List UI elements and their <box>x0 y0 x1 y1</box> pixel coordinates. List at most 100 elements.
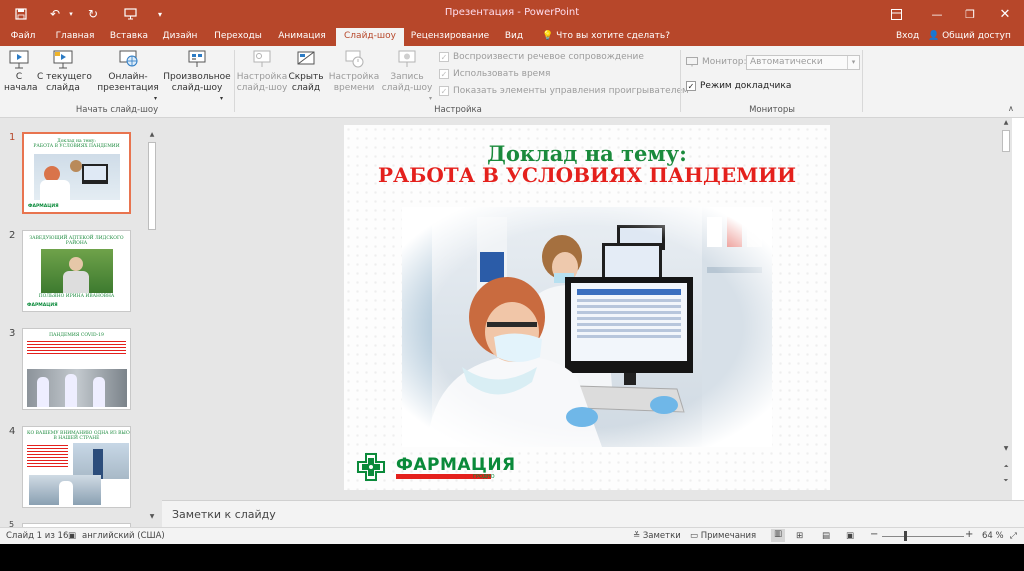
from-beginning-label: С начала <box>4 72 38 93</box>
comment-icon: ▭ <box>690 531 699 541</box>
current-slide[interactable]: Доклад на тему: РАБОТА В УСЛОВИЯХ ПАНДЕМ… <box>344 125 830 490</box>
slide-photo[interactable] <box>402 207 772 447</box>
close-icon[interactable]: ✕ <box>990 4 1020 24</box>
tell-me-box[interactable]: 💡 Что вы хотите сделать? <box>542 28 670 46</box>
play-narrations-checkbox[interactable]: ✓ Воспроизвести речевое сопровождение <box>439 52 644 62</box>
notes-icon: ≚ <box>633 531 641 541</box>
notes-toggle-label: Заметки <box>642 531 681 541</box>
thumbnail-photo <box>34 154 120 200</box>
group-separator <box>234 50 235 112</box>
thumbnail-logo: ФАРМАЦИЯ <box>27 303 58 308</box>
lightbulb-icon: 💡 <box>542 31 554 41</box>
rehearse-timings-button[interactable]: Настройка времени <box>328 48 380 94</box>
ribbon-tabs: Файл Главная Вставка Дизайн Переходы Ани… <box>0 28 1024 46</box>
scroll-down-icon[interactable]: ▼ <box>146 512 158 522</box>
presenter-view-checkbox[interactable]: ✓ Режим докладчика <box>686 81 791 91</box>
group-start-label: Начать слайд-шоу <box>75 105 159 115</box>
record-slideshow-label: Запись слайд-шоу <box>381 72 433 93</box>
thumbnail-slide-2[interactable]: ЗАВЕДУЮЩИЙ АПТЕКОЙ ЛИДСКОГО РАЙОНА ПОЛЬЯ… <box>22 230 131 312</box>
zoom-level[interactable]: 64 % <box>982 531 1004 541</box>
thumbnail-text-block <box>27 341 126 355</box>
scrollbar-thumb[interactable] <box>148 142 156 230</box>
normal-view-icon[interactable]: ▥ <box>771 529 785 542</box>
notes-pane[interactable]: Заметки к слайду <box>162 500 1024 527</box>
collapse-ribbon-icon[interactable]: ∧ <box>1008 104 1014 113</box>
spellcheck-icon[interactable]: ▣ <box>68 531 76 541</box>
comments-toggle-button[interactable]: ▭ Примечания <box>690 531 756 541</box>
setup-slideshow-button[interactable]: Настройка слайд-шоу <box>236 48 288 94</box>
zoom-slider-handle[interactable] <box>904 531 907 541</box>
zoom-slider[interactable] <box>882 536 964 537</box>
rehearse-timings-label: Настройка времени <box>328 72 380 93</box>
setup-slideshow-icon <box>251 48 273 70</box>
thumbnail-slide-4[interactable]: КО ВАШЕМУ ВНИМАНИЮ ОДНА ИЗ ВЫСОКИХ ПОЗИЦ… <box>22 426 131 508</box>
notes-toggle-button[interactable]: ≚ Заметки <box>633 531 681 541</box>
scroll-up-icon[interactable]: ▲ <box>1000 118 1012 128</box>
show-media-controls-checkbox[interactable]: ✓ Показать элементы управления проигрыва… <box>439 86 689 96</box>
reading-view-icon[interactable]: ▤ <box>822 531 830 541</box>
fit-to-window-icon[interactable]: ⤢ <box>1010 531 1017 541</box>
slideshow-view-icon[interactable]: ▣ <box>846 531 854 541</box>
slide-counter: Слайд 1 из 16 <box>6 531 69 541</box>
show-media-controls-label: Показать элементы управления проигрывате… <box>453 86 689 96</box>
from-beginning-button[interactable]: С начала <box>4 48 38 94</box>
ribbon-options-icon[interactable] <box>881 4 911 24</box>
present-online-button[interactable]: Онлайн- презентация ▾ <box>95 48 161 102</box>
use-timings-checkbox[interactable]: ✓ Использовать время <box>439 69 550 79</box>
minimize-icon[interactable]: — <box>922 4 952 24</box>
scrollbar-thumb[interactable] <box>1002 130 1010 152</box>
checkmark-icon: ✓ <box>439 86 449 96</box>
record-slideshow-button[interactable]: Запись слайд-шоу ▾ <box>380 48 434 102</box>
pharmacy-cross-icon <box>357 453 385 481</box>
stopwatch-icon <box>343 48 365 70</box>
monitor-select[interactable]: Автоматически ▾ <box>746 55 860 70</box>
from-current-button[interactable]: С текущего слайда <box>37 48 92 94</box>
scroll-down-icon[interactable]: ▼ <box>1000 444 1012 454</box>
logo-city: ГРОДНО <box>473 474 495 480</box>
globe-screen-icon <box>117 48 139 70</box>
sign-in-link[interactable]: Вход <box>896 28 919 46</box>
record-icon <box>396 48 418 70</box>
slide-title-line2[interactable]: РАБОТА В УСЛОВИЯХ ПАНДЕМИИ <box>344 163 830 187</box>
next-slide-icon[interactable]: ⏷ <box>1000 476 1012 486</box>
tab-insert[interactable]: Вставка <box>106 28 152 46</box>
tab-design[interactable]: Дизайн <box>160 28 200 46</box>
custom-show-icon <box>186 48 208 70</box>
play-from-current-icon <box>52 48 74 70</box>
language-status[interactable]: английский (США) <box>82 531 165 541</box>
hide-slide-button[interactable]: Скрыть слайд <box>288 48 324 94</box>
thumbnail-slide-1[interactable]: Доклад на тему: РАБОТА В УСЛОВИЯХ ПАНДЕМ… <box>22 132 131 214</box>
custom-slideshow-button[interactable]: Произвольное слайд-шоу ▾ <box>162 48 232 102</box>
slide-scrollbar[interactable]: ▲ ▼ ⏶ ⏷ <box>1000 118 1012 500</box>
restore-icon[interactable]: ❐ <box>955 4 985 24</box>
title-bar: ↶ ▾ ↻ ▾ Презентация - PowerPoint — ❐ ✕ <box>0 0 1024 28</box>
thumbnail-slide-3[interactable]: ПАНДЕМИЯ COVID-19 <box>22 328 131 410</box>
ribbon: С начала С текущего слайда Онлайн- презе… <box>0 46 1024 118</box>
logo-text: ФАРМАЦИЯ <box>396 455 516 475</box>
tab-home[interactable]: Главная <box>52 28 98 46</box>
record-dropdown-icon[interactable]: ▾ <box>429 93 432 104</box>
tab-slideshow[interactable]: Слайд-шоу <box>336 28 404 46</box>
window-title: Презентация - PowerPoint <box>444 7 580 18</box>
tab-animations[interactable]: Анимация <box>274 28 330 46</box>
hide-slide-label: Скрыть слайд <box>288 72 324 93</box>
hide-slide-icon <box>295 48 317 70</box>
previous-slide-icon[interactable]: ⏶ <box>1000 462 1012 472</box>
scroll-up-icon[interactable]: ▲ <box>146 130 158 140</box>
status-bar: Слайд 1 из 16 ▣ английский (США) ≚ Замет… <box>0 527 1024 544</box>
share-button[interactable]: 👤 Общий доступ <box>928 28 1011 46</box>
present-online-dropdown-icon[interactable]: ▾ <box>154 93 157 104</box>
zoom-out-icon[interactable]: − <box>870 529 878 540</box>
tab-view[interactable]: Вид <box>500 28 528 46</box>
tab-transitions[interactable]: Переходы <box>210 28 266 46</box>
custom-slideshow-dropdown-icon[interactable]: ▾ <box>220 93 223 104</box>
zoom-in-icon[interactable]: + <box>965 529 973 540</box>
tab-review[interactable]: Рецензирование <box>408 28 492 46</box>
slide-sorter-icon[interactable]: ⊞ <box>796 531 803 541</box>
pharmacy-logo: ФАРМАЦИЯ ГРОДНО <box>356 452 515 482</box>
monitor-label-text: Монитор: <box>702 57 747 67</box>
thumbnails-scrollbar[interactable]: ▲ ▼ <box>146 130 158 527</box>
thumbnail-title: Доклад на тему: РАБОТА В УСЛОВИЯХ ПАНДЕМ… <box>33 139 120 149</box>
tab-file[interactable]: Файл <box>6 28 40 46</box>
group-separator <box>680 50 681 112</box>
